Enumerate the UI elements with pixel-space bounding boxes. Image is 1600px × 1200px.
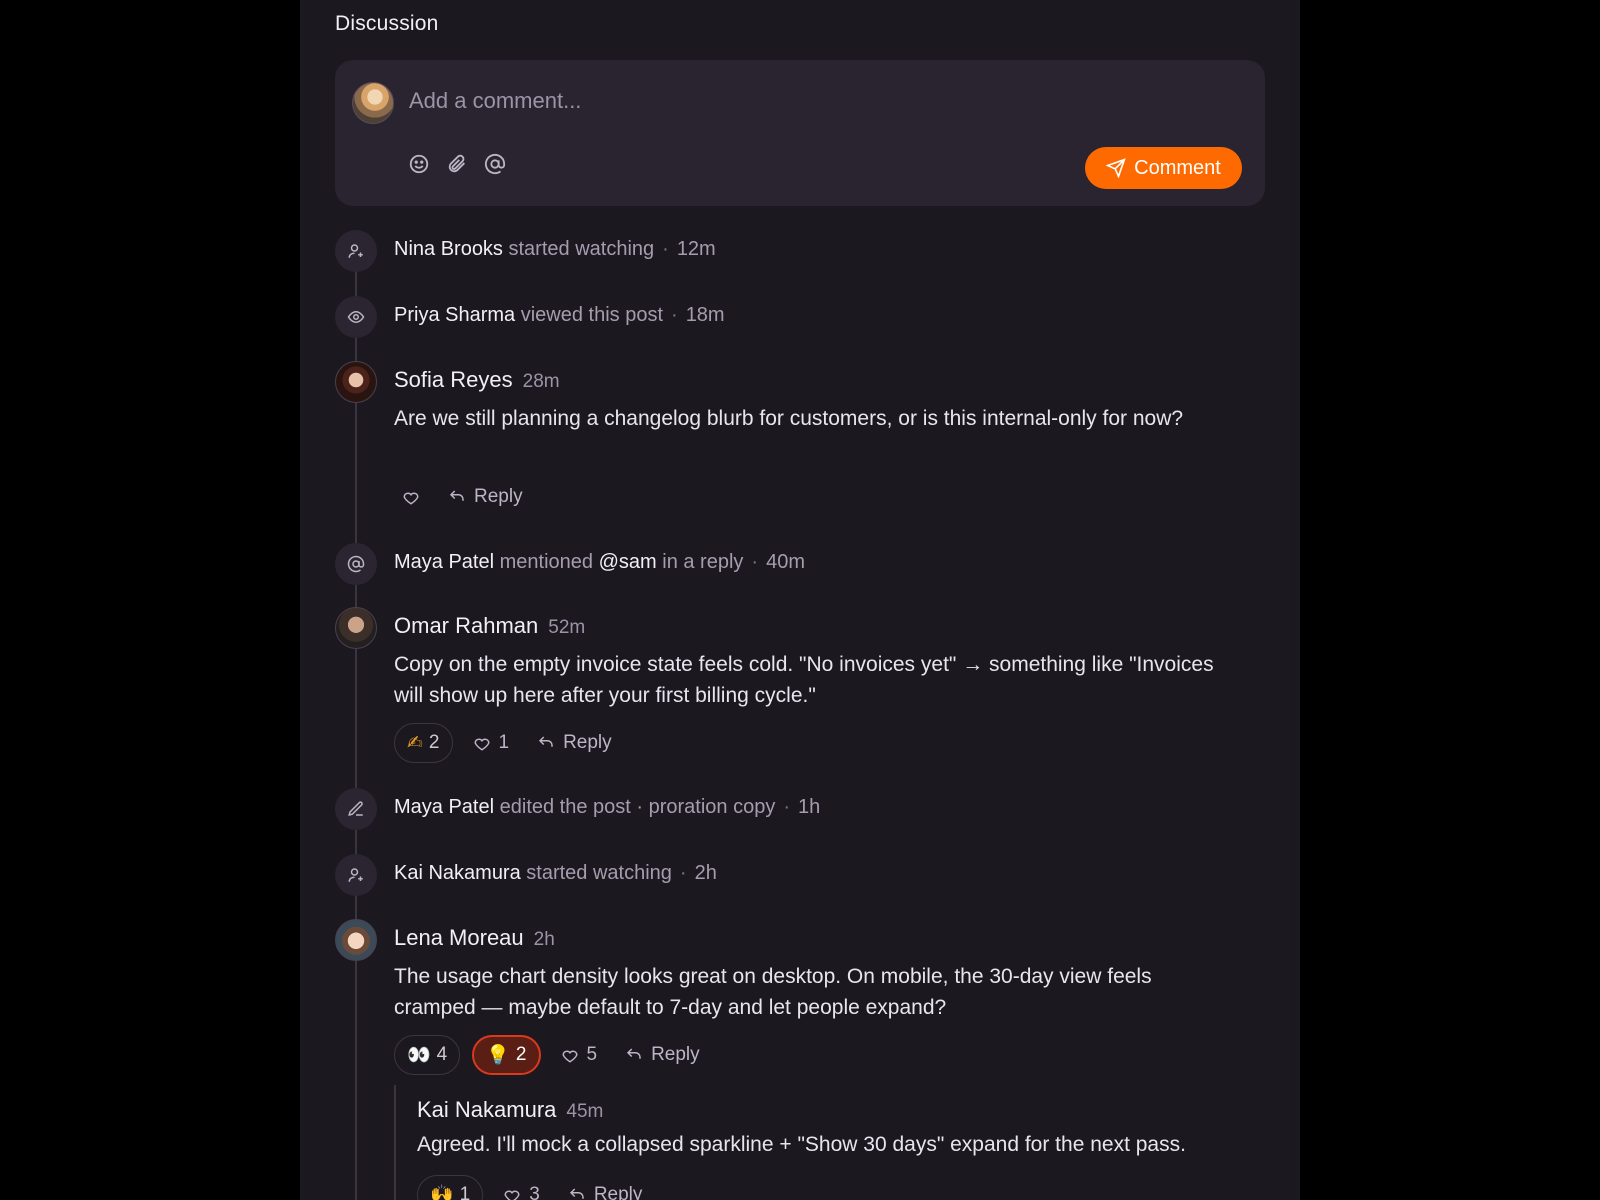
reaction-emoji: 🙌 bbox=[430, 1185, 454, 1200]
edit-icon bbox=[335, 788, 377, 830]
comment-body: Agreed. I'll mock a collapsed sparkline … bbox=[417, 1133, 1186, 1156]
mention-link[interactable]: @sam bbox=[599, 551, 657, 573]
comment-body: Are we still planning a changelog blurb … bbox=[394, 407, 1184, 430]
reaction-count: 2 bbox=[428, 732, 440, 753]
like-button[interactable]: 1 bbox=[465, 723, 518, 763]
reply-button[interactable]: Reply bbox=[529, 723, 620, 763]
reply-icon bbox=[569, 1188, 584, 1199]
user-plus-icon bbox=[335, 854, 377, 896]
reaction-emoji: ✍ bbox=[407, 732, 423, 754]
section-title: Discussion bbox=[335, 12, 439, 35]
like-count: 3 bbox=[529, 1184, 540, 1200]
like-button[interactable]: 3 bbox=[495, 1175, 548, 1200]
comment-time: 52m bbox=[548, 617, 586, 638]
heart-icon bbox=[403, 492, 419, 505]
comment-button-label: Comment bbox=[1134, 156, 1221, 179]
comment-actions: 🙌 1 3 Reply bbox=[417, 1175, 650, 1200]
reply-button[interactable]: Reply bbox=[560, 1175, 651, 1200]
like-count: 1 bbox=[498, 732, 510, 753]
comment-actions: ✍ 2 1 Reply bbox=[394, 723, 620, 763]
activity-user[interactable]: Priya Sharma bbox=[394, 304, 515, 326]
activity-text: mentioned bbox=[499, 551, 594, 573]
send-icon bbox=[1106, 158, 1126, 178]
activity-time: 12m bbox=[676, 238, 716, 260]
activity-text: started watching bbox=[526, 862, 672, 884]
activity-user[interactable]: Maya Patel bbox=[394, 551, 494, 573]
comment-author[interactable]: Sofia Reyes bbox=[394, 367, 513, 392]
reply-icon bbox=[449, 490, 464, 501]
reply-button[interactable]: Reply bbox=[617, 1035, 708, 1075]
reaction-chip[interactable]: 🙌 1 bbox=[417, 1175, 484, 1200]
reaction-chip[interactable]: 👀 4 bbox=[394, 1035, 461, 1075]
comment-author[interactable]: Omar Rahman bbox=[394, 613, 538, 638]
heart-icon bbox=[473, 738, 490, 751]
activity-user[interactable]: Nina Brooks bbox=[394, 238, 503, 260]
at-icon bbox=[335, 543, 377, 585]
comment-actions: Reply bbox=[394, 477, 531, 517]
reaction-emoji: 👀 bbox=[407, 1045, 431, 1066]
activity-text: started watching bbox=[508, 238, 655, 260]
comment-composer: Add a comment... Comment bbox=[335, 60, 1265, 206]
activity-user[interactable]: Kai Nakamura bbox=[394, 862, 521, 884]
avatar[interactable] bbox=[335, 919, 377, 961]
activity-user[interactable]: Maya Patel bbox=[394, 796, 494, 818]
like-count: 5 bbox=[586, 1044, 598, 1065]
paperclip-icon[interactable] bbox=[445, 153, 469, 177]
emoji-icon[interactable] bbox=[407, 153, 431, 177]
reply-label: Reply bbox=[651, 1044, 700, 1065]
reply-icon bbox=[627, 1048, 641, 1059]
activity-text: viewed this post bbox=[520, 304, 664, 326]
activity-text: edited the post · proration copy bbox=[499, 796, 776, 818]
comment-author[interactable]: Lena Moreau bbox=[394, 925, 524, 950]
activity-time: 1h bbox=[798, 796, 821, 818]
reaction-chip[interactable]: ✍ 2 bbox=[394, 723, 453, 763]
reply-button[interactable]: Reply bbox=[440, 477, 531, 517]
like-button[interactable]: 5 bbox=[553, 1035, 606, 1075]
avatar[interactable] bbox=[335, 607, 377, 649]
activity-time: 18m bbox=[685, 304, 725, 326]
comment-time: 2h bbox=[533, 929, 555, 950]
comment-actions: 👀 4 💡 2 5 Reply bbox=[394, 1035, 708, 1075]
comment-time: 45m bbox=[566, 1101, 604, 1122]
activity-time: 2h bbox=[694, 862, 717, 884]
eye-icon bbox=[335, 296, 377, 338]
comment-button[interactable]: Comment bbox=[1085, 147, 1242, 189]
reaction-count: 2 bbox=[515, 1044, 527, 1065]
reaction-count: 1 bbox=[459, 1184, 471, 1200]
reaction-count: 4 bbox=[436, 1044, 448, 1065]
reply-label: Reply bbox=[563, 732, 612, 753]
comment-input[interactable]: Add a comment... bbox=[409, 88, 581, 114]
heart-icon bbox=[504, 1190, 520, 1200]
reply-icon bbox=[539, 736, 553, 747]
reaction-emoji: 💡 bbox=[486, 1045, 510, 1066]
discussion-panel: Discussion Add a comment... Comment Nina… bbox=[300, 0, 1300, 1200]
reaction-chip-active[interactable]: 💡 2 bbox=[472, 1035, 541, 1075]
comment-author[interactable]: Kai Nakamura bbox=[417, 1097, 556, 1122]
comment-time: 28m bbox=[522, 371, 560, 392]
avatar[interactable] bbox=[335, 361, 377, 403]
user-plus-icon bbox=[335, 230, 377, 272]
reply-thread: Kai Nakamura 45m Agreed. I'll mock a coll… bbox=[394, 1085, 1264, 1200]
activity-time: 40m bbox=[766, 551, 805, 573]
comment-body: The usage chart density looks great on d… bbox=[394, 965, 1152, 1019]
activity-text: in a reply bbox=[662, 551, 744, 573]
comment-body: Copy on the empty invoice state feels co… bbox=[394, 653, 1214, 707]
current-user-avatar bbox=[352, 82, 394, 124]
like-button[interactable] bbox=[394, 477, 428, 517]
heart-icon bbox=[561, 1050, 578, 1063]
at-icon[interactable] bbox=[483, 153, 507, 177]
reply-label: Reply bbox=[474, 486, 523, 507]
reply-label: Reply bbox=[593, 1184, 643, 1200]
